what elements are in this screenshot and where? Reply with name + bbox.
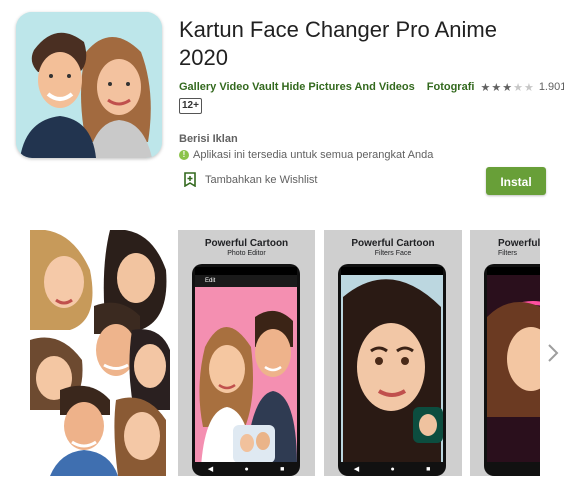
back-icon: ◀ — [353, 466, 360, 473]
editor-toolbar: Edit — [195, 275, 297, 287]
cartoon-portrait-image — [341, 267, 443, 462]
screenshot-subheading: Filters Face — [374, 250, 412, 257]
screenshot-heading: Powerful — [498, 238, 540, 249]
star-icon: ★ — [480, 81, 492, 94]
phone-nav-bar: ◀ ● ■ — [338, 464, 446, 474]
screenshot-4[interactable]: Powerful Filters — [470, 230, 540, 476]
cartoon-couple-image — [195, 287, 297, 462]
recents-icon: ■ — [280, 465, 285, 473]
rating-count[interactable]: 1.901 — [539, 81, 564, 93]
status-bar — [195, 267, 297, 275]
home-icon: ● — [244, 465, 249, 473]
meta-row: Gallery Video Vault Hide Pictures And Vi… — [179, 79, 564, 95]
screenshot-3[interactable]: Powerful Cartoon Filters Face ◀ ● ■ — [324, 230, 462, 476]
phone-screen: Edit — [195, 267, 297, 462]
wishlist-label: Tambahkan ke Wishlist — [205, 173, 318, 186]
chevron-right-icon[interactable] — [546, 343, 560, 363]
developer-link[interactable]: Gallery Video Vault Hide Pictures And Vi… — [179, 81, 415, 93]
app-title: Kartun Face Changer Pro Anime 2020 — [179, 16, 549, 72]
phone-frame: Edit ◀ ● ■ — [192, 264, 300, 476]
app-icon — [16, 12, 162, 158]
editor-title: Edit — [205, 278, 216, 284]
availability-notice: ! Aplikasi ini tersedia untuk semua pera… — [179, 149, 433, 161]
wishlist-button[interactable]: Tambahkan ke Wishlist — [184, 172, 318, 187]
phone-frame — [484, 264, 540, 476]
home-icon: ● — [390, 465, 395, 473]
screenshot-subheading: Filters — [498, 250, 518, 257]
install-button[interactable]: Instal — [486, 167, 546, 195]
star-empty-icon: ★ — [513, 81, 524, 94]
phone-frame: ◀ ● ■ — [338, 264, 446, 476]
ads-notice: Berisi Iklan — [179, 133, 238, 145]
info-icon: ! — [179, 150, 189, 160]
recents-icon: ■ — [426, 465, 431, 473]
phone-screen — [487, 267, 540, 462]
star-icon: ★ — [502, 81, 514, 94]
back-icon: ◀ — [207, 466, 214, 473]
phone-screen — [341, 267, 443, 462]
app-title-line1: Kartun Face Changer Pro Anime — [179, 17, 497, 42]
star-icon: ★ — [491, 81, 503, 94]
category-link[interactable]: Fotografi — [427, 81, 475, 93]
content-rating-badge: 12+ — [179, 98, 202, 114]
phone-nav-bar: ◀ ● ■ — [192, 464, 300, 474]
availability-text: Aplikasi ini tersedia untuk semua perang… — [193, 149, 434, 161]
cartoon-neon-portrait-image — [487, 267, 540, 462]
star-empty-icon: ★ — [523, 81, 535, 94]
screenshot-heading: Powerful Cartoon — [204, 238, 289, 249]
app-title-line2: 2020 — [179, 45, 228, 70]
screenshot-subheading: Photo Editor — [227, 250, 266, 257]
bookmark-icon — [184, 172, 196, 187]
screenshot-heading: Powerful Cartoon — [351, 238, 435, 249]
cartoon-couple-icon — [16, 12, 162, 158]
screenshot-1[interactable] — [30, 230, 170, 476]
cartoon-collage-image — [30, 230, 170, 476]
screenshot-2[interactable]: Powerful Cartoon Photo Editor Edit ◀ ● ■ — [178, 230, 315, 476]
rating-stars: ★★★★★ — [480, 81, 534, 94]
